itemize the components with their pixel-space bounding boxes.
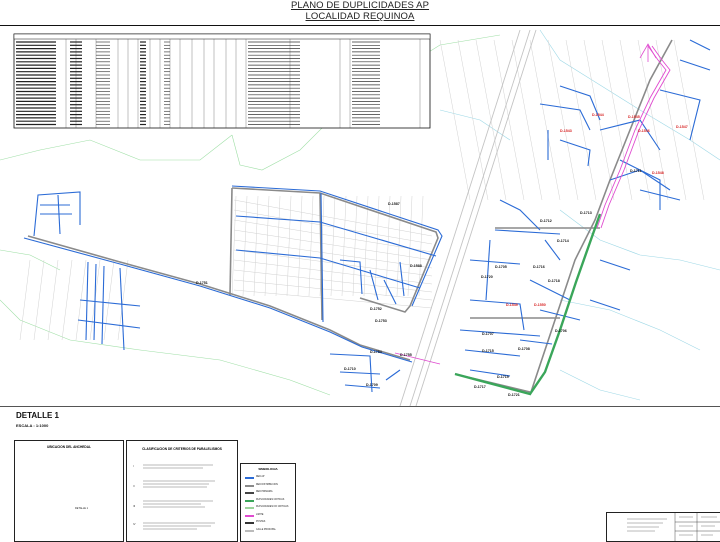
legend-swatch bbox=[245, 492, 254, 494]
duplicity-label: D-1707 bbox=[482, 332, 494, 336]
legend-swatch bbox=[245, 514, 254, 517]
duplicity-label: D-1751 bbox=[196, 281, 208, 285]
legend-item: CALLE PRINCIPAL bbox=[245, 529, 293, 533]
duplicity-label: D-1587 bbox=[388, 202, 400, 206]
duplicity-label-critical: D-1547 bbox=[676, 125, 688, 129]
duplicity-label: D-1752 bbox=[370, 307, 382, 311]
critical-duplicity bbox=[454, 213, 602, 396]
duplicity-label: D-1712 bbox=[540, 219, 552, 223]
legend-item: RED PRIMARIA bbox=[245, 491, 293, 495]
criteria-roman-3: III bbox=[133, 505, 136, 508]
duplicity-label: D-1715 bbox=[482, 349, 494, 353]
duplicity-label-critical: D-1545 bbox=[628, 115, 640, 119]
criteria-roman-2: II bbox=[133, 485, 135, 488]
legend-swatch bbox=[245, 507, 254, 509]
title-block: PLANO DE DUPLICIDADES AP LOCALIDAD REQUI… bbox=[0, 0, 720, 22]
page-title: PLANO DE DUPLICIDADES AP bbox=[290, 0, 430, 11]
duplicity-label-critical: D-1550 bbox=[534, 303, 546, 307]
duplicity-label: D-1719 bbox=[497, 375, 509, 379]
duplicity-label-critical: D-1549 bbox=[506, 303, 518, 307]
detail-scale: ESCALA : 1:1000 bbox=[16, 423, 49, 428]
boundary-line bbox=[394, 45, 671, 365]
duplicity-labels: D-1587 D-1588 D-1751 D-1752 D-1753 D-1754 D-17… bbox=[196, 113, 688, 397]
criteria-panel: CLASIFICACION DE CRITERIOS DE PARALELISM… bbox=[126, 440, 238, 542]
legend-title: SIMBOLOGIA bbox=[258, 467, 278, 471]
detail-divider bbox=[0, 406, 720, 407]
duplicity-label-critical: D-1546 bbox=[638, 129, 650, 133]
duplicity-label-critical: D-1543 bbox=[560, 129, 572, 133]
duplicity-label: D-1709 bbox=[366, 383, 378, 387]
duplicity-label: D-1588 bbox=[410, 264, 422, 268]
legend-label: DUPLICIDADES NO CRITICAS bbox=[256, 506, 289, 508]
duplicity-label: D-1713 bbox=[580, 211, 592, 215]
duplicity-label: D-1718 bbox=[548, 279, 560, 283]
legend-item: DUPLICIDADES NO CRITICAS bbox=[245, 506, 293, 510]
duplicity-label: D-1755 bbox=[400, 353, 412, 357]
legend-swatch bbox=[245, 484, 254, 487]
legend-label: POSTES bbox=[256, 521, 266, 523]
duplicity-table bbox=[13, 33, 431, 129]
location-tag: DETALLE 1 bbox=[75, 507, 89, 510]
legend-item: DUPLICIDADES CRITICAS bbox=[245, 499, 293, 503]
duplicity-label: D-1754 bbox=[370, 350, 382, 354]
duplicity-label: D-1708 bbox=[518, 347, 530, 351]
legend-item: RED AP bbox=[245, 476, 293, 480]
duplicity-label: D-1706 bbox=[555, 329, 567, 333]
criteria-title: CLASIFICACION DE CRITERIOS DE PARALELISM… bbox=[142, 447, 222, 451]
legend-label: RED DISTRIBUCION bbox=[256, 483, 278, 486]
duplicity-label: D-1705 bbox=[495, 265, 507, 269]
criteria-roman-4: IV bbox=[133, 523, 136, 526]
duplicity-label: D-1717 bbox=[474, 385, 486, 389]
criteria-text-lines bbox=[143, 464, 215, 530]
title-cartouche bbox=[606, 512, 720, 542]
cartouche-grid bbox=[627, 513, 720, 541]
title-divider bbox=[0, 25, 720, 26]
duplicity-label: D-1710 bbox=[344, 367, 356, 371]
duplicity-label-critical: D-1544 bbox=[592, 113, 604, 117]
criteria-roman-1: I bbox=[133, 465, 134, 468]
duplicity-label: D-1711 bbox=[630, 169, 642, 173]
legend-label: RED PRIMARIA bbox=[256, 491, 273, 493]
legend-item: LIMITE bbox=[245, 514, 293, 518]
legend-swatch bbox=[245, 522, 254, 524]
legend-swatch bbox=[245, 477, 254, 479]
legend-label: DUPLICIDADES CRITICAS bbox=[256, 498, 285, 501]
duplicity-label: D-1721 bbox=[508, 393, 520, 397]
legend-item: POSTES bbox=[245, 521, 293, 525]
duplicity-label-critical: D-1548 bbox=[652, 171, 664, 175]
page-subtitle: LOCALIDAD REQUINOA bbox=[305, 11, 415, 22]
detail-title: DETALLE 1 bbox=[16, 411, 59, 420]
legend-swatch bbox=[245, 529, 254, 532]
legend: SIMBOLOGIA RED AP RED DISTRIBUCION RED PRI… bbox=[240, 463, 296, 542]
legend-label: LIMITE bbox=[256, 513, 264, 516]
north-arrow-icon bbox=[639, 43, 657, 62]
duplicity-label: D-1714 bbox=[557, 239, 569, 243]
duplicity-label: D-1720 bbox=[481, 275, 493, 279]
legend-swatch bbox=[245, 499, 254, 502]
legend-label: RED AP bbox=[256, 476, 265, 478]
duplicity-label: D-1716 bbox=[533, 265, 545, 269]
legend-item: RED DISTRIBUCION bbox=[245, 484, 293, 488]
location-panel: UBICACION DEL ANCHEDAL DETALLE 1 bbox=[14, 440, 124, 542]
legend-label: CALLE PRINCIPAL bbox=[256, 528, 276, 531]
duplicity-label: D-1753 bbox=[375, 319, 387, 323]
location-title: UBICACION DEL ANCHEDAL bbox=[47, 445, 91, 449]
